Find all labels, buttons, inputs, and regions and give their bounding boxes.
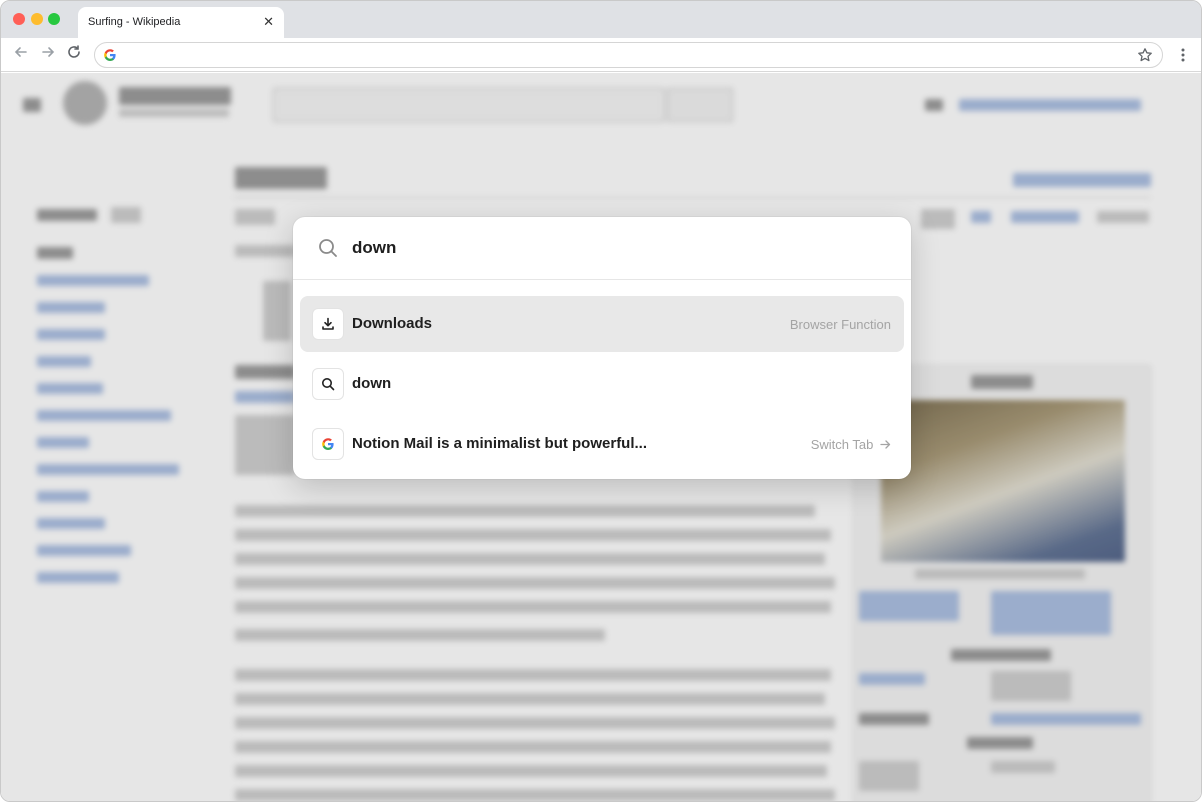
result-label: down: [352, 375, 392, 392]
result-downloads[interactable]: Downloads Browser Function: [300, 296, 904, 352]
minimize-window-button[interactable]: [31, 13, 43, 25]
google-icon: [312, 428, 344, 460]
tab-surfing[interactable]: Surfing - Wikipedia ✕: [78, 7, 284, 38]
maximize-window-button[interactable]: [48, 13, 60, 25]
switch-tab-label: Switch Tab: [810, 437, 874, 452]
command-palette: down Downloads Browser Function down Not…: [293, 217, 911, 479]
tab-title: Surfing - Wikipedia: [88, 16, 181, 28]
divider: [293, 279, 911, 280]
search-icon: [312, 368, 344, 400]
toolbar: [1, 38, 1201, 72]
reload-icon[interactable]: [64, 44, 84, 64]
result-label: Notion Mail is a minimalist but powerful…: [352, 435, 648, 452]
tab-strip: Surfing - Wikipedia ✕: [1, 1, 1201, 38]
address-bar[interactable]: [94, 42, 1163, 68]
browser-window: Surfing - Wikipedia ✕ down Downloads Bro…: [0, 0, 1202, 802]
bookmark-star-icon[interactable]: [1137, 47, 1153, 63]
arrow-right-icon: [880, 440, 891, 449]
result-hint: Switch Tab: [811, 437, 891, 452]
close-window-button[interactable]: [13, 13, 25, 25]
download-icon: [312, 308, 344, 340]
search-icon: [319, 239, 337, 257]
result-switch-tab[interactable]: Notion Mail is a minimalist but powerful…: [300, 416, 904, 472]
result-hint: Browser Function: [789, 317, 891, 332]
google-icon: [104, 49, 116, 61]
forward-arrow-icon[interactable]: [38, 44, 58, 64]
back-arrow-icon[interactable]: [11, 44, 31, 64]
result-search-query[interactable]: down: [300, 356, 904, 412]
more-menu-icon[interactable]: [1175, 46, 1191, 64]
result-label: Downloads: [352, 315, 433, 332]
close-icon[interactable]: ✕: [263, 14, 274, 30]
command-search-input[interactable]: down: [352, 238, 396, 258]
